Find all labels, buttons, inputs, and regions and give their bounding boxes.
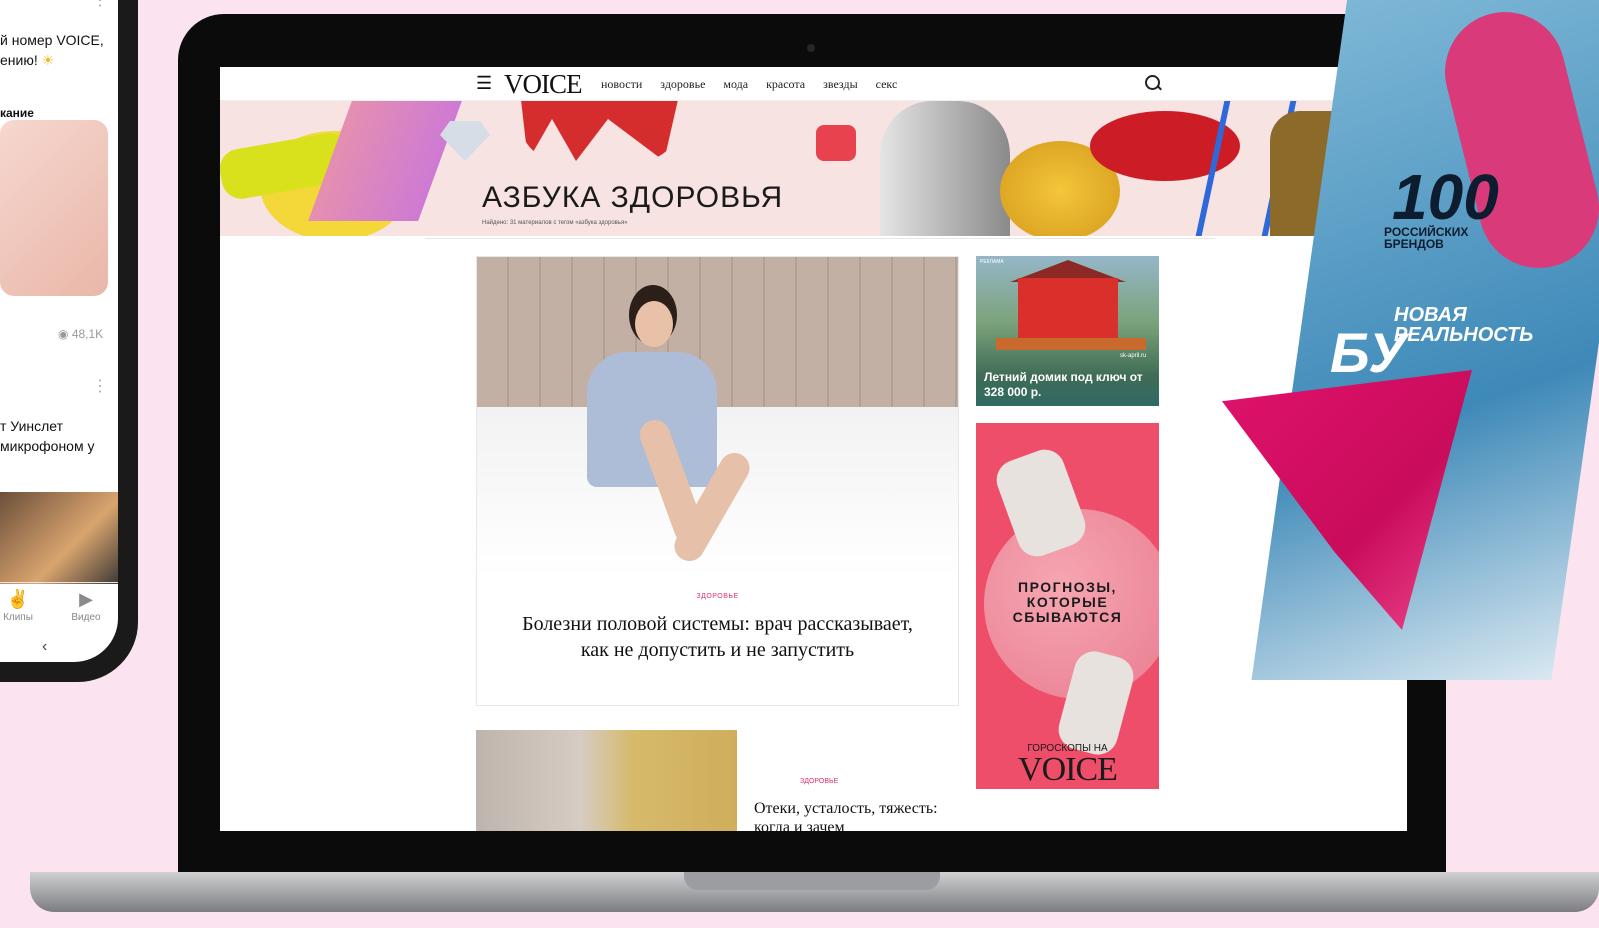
eye-icon: ◉ <box>58 327 69 341</box>
nav-item-stars[interactable]: звезды <box>823 77 858 92</box>
views-value: 48,1K <box>71 327 104 341</box>
menu-icon[interactable]: ☰ <box>476 73 492 94</box>
clips-icon: ✌ <box>6 589 30 609</box>
ad-text: Летний домик под ключ от 328 000 р. <box>984 370 1143 399</box>
post-image[interactable] <box>0 120 108 296</box>
second-article-photo[interactable] <box>476 730 737 831</box>
main-article-card[interactable]: ЗДОРОВЬЕ Болезни половой системы: врач р… <box>476 256 959 706</box>
more-icon[interactable]: ⋮ <box>92 0 108 9</box>
post-text-line3: т Уинслет <box>0 418 64 434</box>
post-text-line1: й номер VOICE, <box>0 32 104 48</box>
main-nav: новости здоровье мода красота звезды сек… <box>601 77 897 92</box>
camera <box>807 44 815 52</box>
nav-clips[interactable]: ✌ Клипы <box>0 589 40 623</box>
sun-icon: ☀ <box>41 52 55 68</box>
magazine-line1: НОВАЯ РЕАЛЬНОСТЬ <box>1394 304 1534 346</box>
lipstick-scribble <box>520 101 680 161</box>
headboard <box>477 257 958 417</box>
video-icon: ▶ <box>79 589 93 609</box>
heart-icon <box>816 125 856 161</box>
deck <box>996 338 1146 350</box>
post-label: кание <box>0 106 34 120</box>
laptop-notch <box>684 872 940 890</box>
post-text: й номер VOICE, ению! ☀ <box>0 30 104 70</box>
house-image <box>1018 278 1118 338</box>
banner-subtitle: Найдено: 31 материалов с тегом «азбука з… <box>482 220 628 226</box>
post-image[interactable] <box>0 492 118 584</box>
nav-video-label: Видео <box>71 612 101 623</box>
magazine-line2: БУ <box>1330 321 1407 384</box>
phone-screen: ⋮ й номер VOICE, ению! ☀ кание ◉ 48,1K ⋮… <box>0 0 118 662</box>
ad-banner-horoscope[interactable]: ПРОГНОЗЫ, КОТОРЫЕ СБЫВАЮТСЯ ГОРОСКОПЫ НА… <box>976 423 1159 789</box>
divider <box>425 238 1215 239</box>
phone-frame: ⋮ й номер VOICE, ению! ☀ кание ◉ 48,1K ⋮… <box>0 0 138 682</box>
search-icon[interactable] <box>1145 75 1160 90</box>
views-count: ◉ 48,1K <box>58 327 103 341</box>
banner-title: АЗБУКА ЗДОРОВЬЯ <box>482 181 784 214</box>
nav-item-fashion[interactable]: мода <box>723 77 748 92</box>
magazine-subtitle: РОССИЙСКИХ БРЕНДОВ <box>1384 225 1469 251</box>
ad-banner-house[interactable]: РЕКЛАМА sk-april.ru Летний домик под клю… <box>976 256 1159 406</box>
diamond-image <box>440 121 490 161</box>
post-text-line4: микрофоном у <box>0 438 95 454</box>
nav-clips-label: Клипы <box>3 612 33 623</box>
nav-item-sex[interactable]: секс <box>876 77 898 92</box>
second-article-headline[interactable]: Отеки, усталость, тяжесть: когда и зачем <box>754 799 954 831</box>
nav-video[interactable]: ▶ Видео <box>64 589 108 623</box>
site-logo[interactable]: VOICE <box>504 69 582 100</box>
ad-headline: ПРОГНОЗЫ, КОТОРЫЕ СБЫВАЮТСЯ <box>1012 579 1123 625</box>
article-headline[interactable]: Болезни половой системы: врач рассказыва… <box>507 611 928 663</box>
ad-logo: VOICE <box>1018 751 1118 788</box>
phone-bottom-nav: ✌ Клипы ▶ Видео <box>0 582 118 633</box>
post-text-line2: ению! <box>0 52 38 68</box>
ad-label: РЕКЛАМА <box>980 259 1004 265</box>
woman-photo <box>880 101 1010 236</box>
magazine: 100 РОССИЙСКИХ БРЕНДОВ НОВАЯ РЕАЛЬНОСТЬ … <box>1222 0 1599 690</box>
post-text: т Уинслет микрофоном у <box>0 416 94 456</box>
article-tag[interactable]: ЗДОРОВЬЕ <box>477 593 958 600</box>
woman-face <box>635 301 673 347</box>
second-article-tag[interactable]: ЗДОРОВЬЕ <box>800 778 838 785</box>
nav-item-news[interactable]: новости <box>601 77 642 92</box>
article-photo[interactable] <box>477 257 958 577</box>
back-icon[interactable]: ‹ <box>42 638 47 656</box>
magazine-number: 100 <box>1392 161 1499 233</box>
ad-site: sk-april.ru <box>1120 353 1147 359</box>
nav-item-beauty[interactable]: красота <box>766 77 805 92</box>
popsicle-image <box>308 101 462 221</box>
nav-item-health[interactable]: здоровье <box>660 77 705 92</box>
more-icon[interactable]: ⋮ <box>92 379 108 395</box>
